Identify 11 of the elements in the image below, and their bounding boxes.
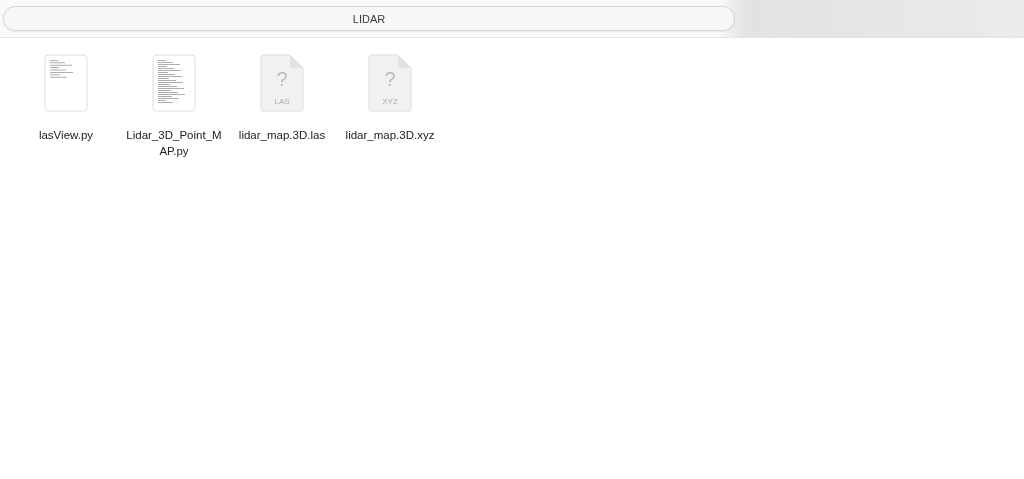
file-type-label: XYZ: [381, 97, 399, 106]
tab[interactable]: LIDAR: [3, 6, 735, 31]
file-name[interactable]: lasView.py: [17, 127, 115, 143]
document-icon[interactable]: [44, 54, 88, 112]
file-name[interactable]: Lidar_3D_Point_MAP.py: [125, 127, 223, 159]
file-type-label: LAS: [273, 97, 291, 106]
document-icon[interactable]: [152, 54, 196, 112]
file-name[interactable]: lidar_map.3D.xyz: [341, 127, 439, 143]
file-name[interactable]: lidar_map.3D.las: [233, 127, 331, 143]
question-mark-icon: ?: [368, 68, 412, 91]
question-mark-icon: ?: [260, 68, 304, 91]
